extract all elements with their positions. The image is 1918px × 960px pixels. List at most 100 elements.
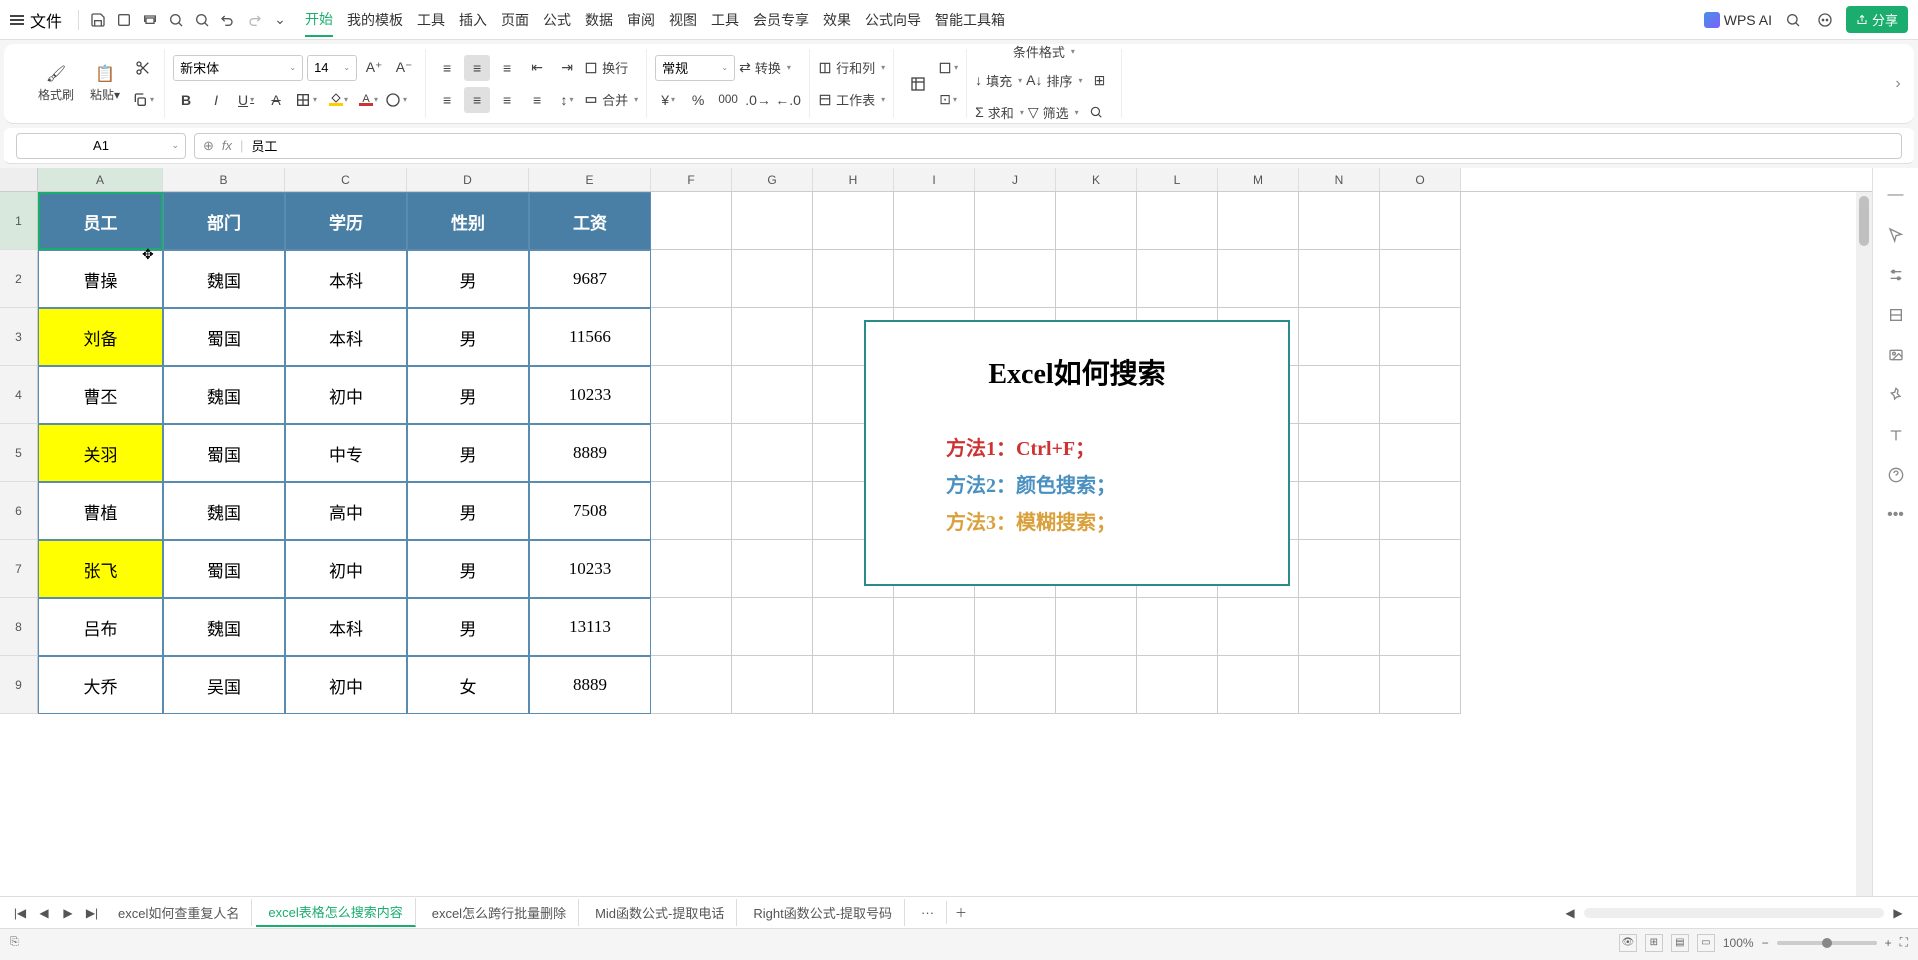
- underline-button[interactable]: U▾: [233, 87, 259, 113]
- cell-N5[interactable]: [1299, 424, 1380, 482]
- cell-J2[interactable]: [975, 250, 1056, 308]
- cell-B4[interactable]: 魏国: [163, 366, 285, 424]
- cell-A7[interactable]: 张飞: [38, 540, 163, 598]
- cell-G1[interactable]: [732, 192, 813, 250]
- cell-K9[interactable]: [1056, 656, 1137, 714]
- phonetic-button[interactable]: ▾: [383, 87, 409, 113]
- tab-formula[interactable]: 公式: [543, 4, 571, 36]
- tab-tools[interactable]: 工具: [417, 4, 445, 36]
- cell-M2[interactable]: [1218, 250, 1299, 308]
- cell-I8[interactable]: [894, 598, 975, 656]
- cell-D6[interactable]: 男: [407, 482, 529, 540]
- worksheet-button[interactable]: 工作表▾: [818, 87, 885, 113]
- cell-B5[interactable]: 蜀国: [163, 424, 285, 482]
- cell-O1[interactable]: [1380, 192, 1461, 250]
- cell-N1[interactable]: [1299, 192, 1380, 250]
- cell-N2[interactable]: [1299, 250, 1380, 308]
- cell-E7[interactable]: 10233: [529, 540, 651, 598]
- fill-button[interactable]: ↓填充▾: [975, 67, 1022, 93]
- ribbon-expand-icon[interactable]: ›: [1888, 64, 1908, 104]
- tab-insert[interactable]: 插入: [459, 4, 487, 36]
- cell-D9[interactable]: 女: [407, 656, 529, 714]
- strikethrough-button[interactable]: A: [263, 87, 289, 113]
- cell-F5[interactable]: [651, 424, 732, 482]
- border-button[interactable]: ▾: [293, 87, 319, 113]
- cell-F8[interactable]: [651, 598, 732, 656]
- cell-A2[interactable]: 曹操: [38, 250, 163, 308]
- cell-F2[interactable]: [651, 250, 732, 308]
- cell-O6[interactable]: [1380, 482, 1461, 540]
- reading-view-button[interactable]: ▭: [1697, 934, 1715, 952]
- align-middle-button[interactable]: ≡: [464, 55, 490, 81]
- cell-B8[interactable]: 魏国: [163, 598, 285, 656]
- col-header-G[interactable]: G: [732, 168, 813, 191]
- decrease-indent-button[interactable]: ⇤: [524, 55, 550, 81]
- convert-button[interactable]: ⇄转换▾: [739, 55, 791, 81]
- cell-B1[interactable]: 部门: [163, 192, 285, 250]
- cell-L8[interactable]: [1137, 598, 1218, 656]
- rows-cols-button[interactable]: 行和列▾: [818, 55, 885, 81]
- sheet-tab-2[interactable]: excel怎么跨行批量删除: [420, 899, 579, 926]
- align-bottom-button[interactable]: ≡: [494, 55, 520, 81]
- align-right-button[interactable]: ≡: [494, 87, 520, 113]
- number-format-select[interactable]: 常规⌄: [655, 55, 735, 81]
- cell-G8[interactable]: [732, 598, 813, 656]
- table-style-button[interactable]: [902, 72, 934, 96]
- col-header-K[interactable]: K: [1056, 168, 1137, 191]
- cell-I2[interactable]: [894, 250, 975, 308]
- col-header-J[interactable]: J: [975, 168, 1056, 191]
- tab-effects[interactable]: 效果: [823, 4, 851, 36]
- format-painter-button[interactable]: 🖌格式刷: [32, 62, 80, 105]
- cell-N3[interactable]: [1299, 308, 1380, 366]
- book-icon[interactable]: [1885, 424, 1907, 446]
- font-size-select[interactable]: 14⌄: [307, 55, 357, 81]
- cell-B7[interactable]: 蜀国: [163, 540, 285, 598]
- add-sheet-button[interactable]: ＋: [951, 903, 971, 923]
- scrollbar-thumb[interactable]: [1859, 196, 1869, 246]
- cell-O8[interactable]: [1380, 598, 1461, 656]
- fullscreen-button[interactable]: ⛶: [1900, 935, 1908, 950]
- cell-B3[interactable]: 蜀国: [163, 308, 285, 366]
- sheet-tab-0[interactable]: excel如何查重复人名: [106, 899, 252, 926]
- percent-button[interactable]: %: [685, 87, 711, 113]
- fill-color-button[interactable]: ▾: [323, 87, 349, 113]
- filter-button[interactable]: ▽筛选▾: [1028, 99, 1079, 125]
- cell-C4[interactable]: 初中: [285, 366, 407, 424]
- cell-C6[interactable]: 高中: [285, 482, 407, 540]
- col-header-D[interactable]: D: [407, 168, 529, 191]
- row-header-5[interactable]: 5: [0, 424, 38, 482]
- cell-K2[interactable]: [1056, 250, 1137, 308]
- cell-reference-input[interactable]: A1⌄: [16, 133, 186, 159]
- copy-button[interactable]: ▾: [130, 87, 156, 113]
- col-header-N[interactable]: N: [1299, 168, 1380, 191]
- tab-page[interactable]: 页面: [501, 4, 529, 36]
- cell-D1[interactable]: 性别: [407, 192, 529, 250]
- sheet-tab-3[interactable]: Mid函数公式-提取电话: [583, 899, 737, 926]
- cell-D2[interactable]: 男: [407, 250, 529, 308]
- cell-G7[interactable]: [732, 540, 813, 598]
- undo-icon[interactable]: [217, 9, 239, 31]
- row-header-1[interactable]: 1: [0, 192, 38, 250]
- eye-view-button[interactable]: 👁: [1619, 934, 1637, 952]
- zoom-formula-icon[interactable]: ⊕: [203, 138, 214, 154]
- cell-G6[interactable]: [732, 482, 813, 540]
- cell-D8[interactable]: 男: [407, 598, 529, 656]
- align-left-button[interactable]: ≡: [434, 87, 460, 113]
- cell-F9[interactable]: [651, 656, 732, 714]
- cell-N7[interactable]: [1299, 540, 1380, 598]
- preview-icon[interactable]: [165, 9, 187, 31]
- cell-O7[interactable]: [1380, 540, 1461, 598]
- cell-H8[interactable]: [813, 598, 894, 656]
- justify-button[interactable]: ≡: [524, 87, 550, 113]
- zoom-thumb[interactable]: [1822, 938, 1832, 948]
- row-header-9[interactable]: 9: [0, 656, 38, 714]
- font-name-select[interactable]: 新宋体⌄: [173, 55, 303, 81]
- cell-A4[interactable]: 曹丕: [38, 366, 163, 424]
- cell-E5[interactable]: 8889: [529, 424, 651, 482]
- preview2-icon[interactable]: [191, 9, 213, 31]
- cell-A9[interactable]: 大乔: [38, 656, 163, 714]
- cell-H1[interactable]: [813, 192, 894, 250]
- cell-B9[interactable]: 吴国: [163, 656, 285, 714]
- search-icon[interactable]: [1782, 9, 1804, 31]
- tab-vip[interactable]: 会员专享: [753, 4, 809, 36]
